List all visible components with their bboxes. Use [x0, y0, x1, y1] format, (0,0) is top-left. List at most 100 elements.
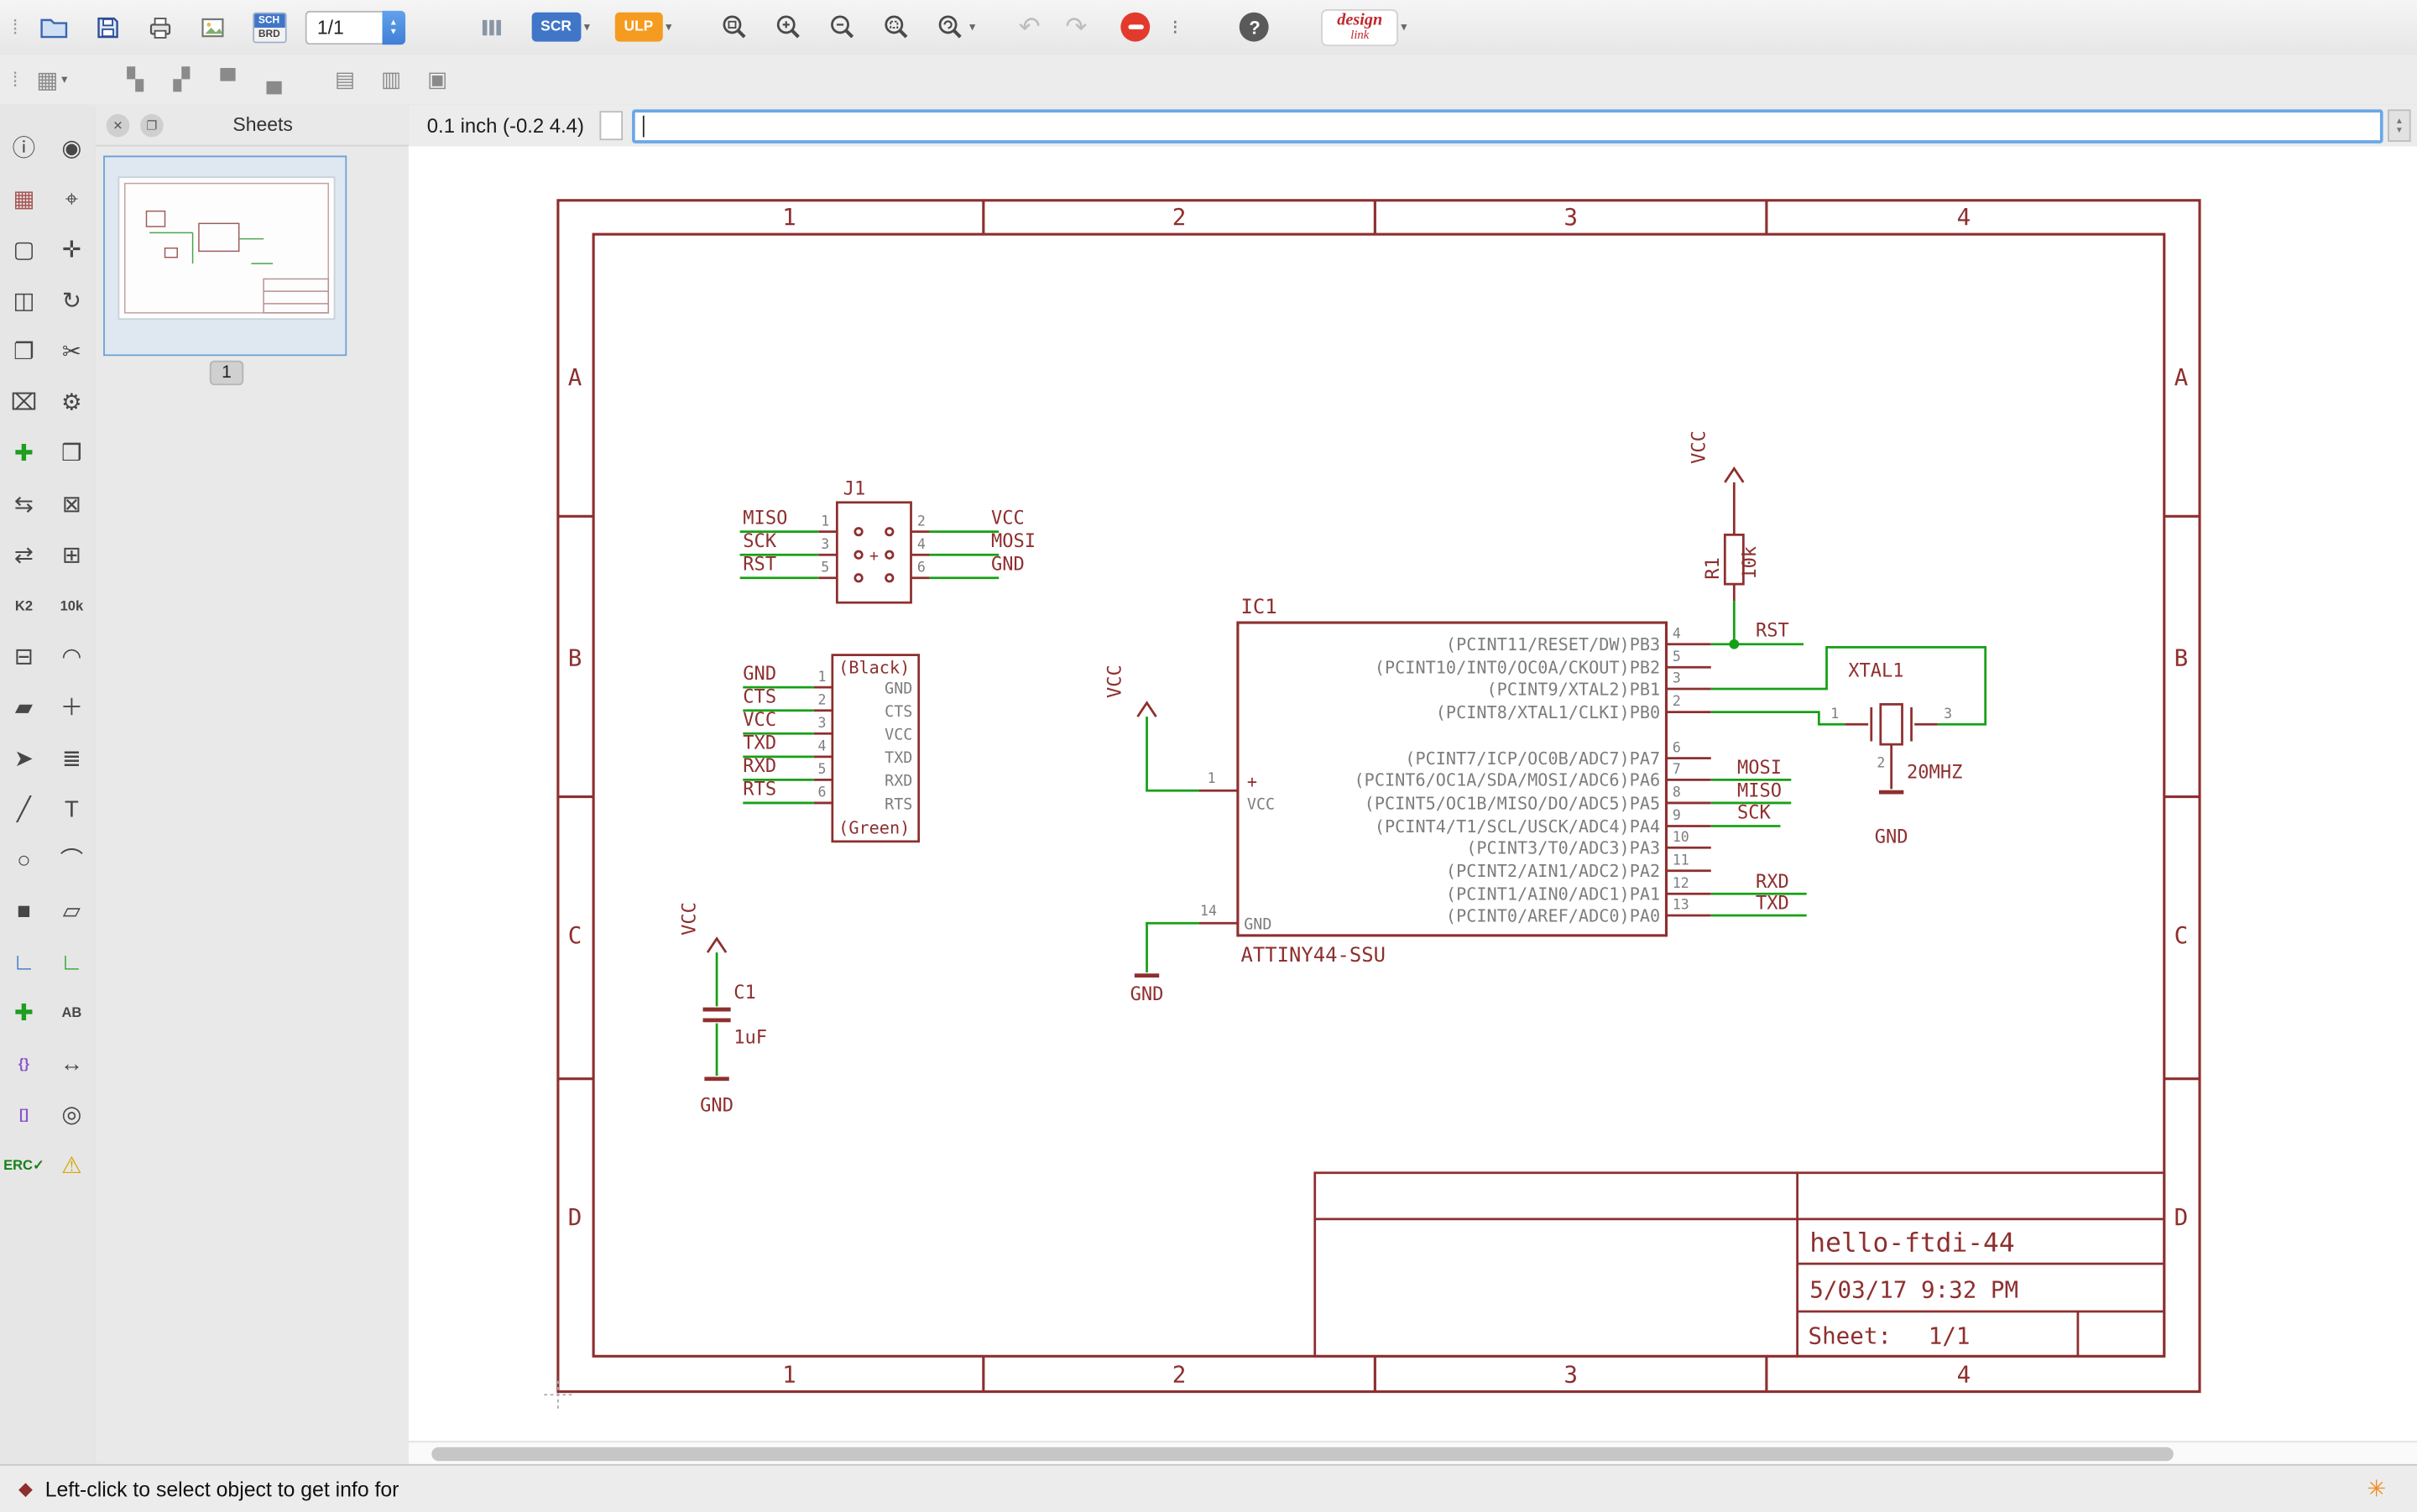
net-label[interactable]: RST — [1756, 621, 1789, 642]
copy-tool-icon[interactable]: ❐ — [3, 331, 45, 373]
component-r1[interactable]: VCC R1 10k — [1689, 430, 1761, 601]
net-label[interactable]: RTS — [743, 779, 776, 800]
display-mode-2-icon[interactable]: ▥ — [373, 61, 410, 98]
replace-tool-icon[interactable]: ❒ — [50, 432, 93, 475]
print-button[interactable] — [144, 12, 175, 43]
sheet-selector-stepper[interactable]: ▲ ▼ — [382, 10, 405, 44]
component-j1[interactable]: J1 + MISO SCK RST 1 3 5 VCC MOSI GND 2 4… — [740, 479, 1036, 603]
zoom-redraw-button[interactable] — [934, 11, 967, 44]
net-label[interactable]: RXD — [743, 756, 776, 777]
grid-menu-dropdown-icon[interactable]: ▾ — [61, 72, 67, 86]
label-tool-icon[interactable]: AB — [50, 992, 93, 1035]
switch-to-board-button[interactable]: SCH BRD — [253, 12, 287, 43]
status-notification-icon[interactable]: ✳ — [2367, 1475, 2386, 1503]
attribute-global-tool-icon[interactable]: [] — [3, 1093, 45, 1136]
arc-tool-icon[interactable]: ⌒ — [50, 839, 93, 882]
j1-refdes[interactable]: J1 — [843, 479, 866, 500]
export-image-button[interactable] — [196, 12, 227, 43]
toolbar-overflow-button[interactable]: ⁝ — [1172, 14, 1179, 39]
command-history-stepper[interactable]: ▲ ▼ — [2388, 109, 2411, 142]
group-select-tool-icon[interactable]: ▢ — [3, 229, 45, 272]
display-pair-3-icon[interactable]: ▀ — [209, 61, 246, 98]
polygon-fill-tool-icon[interactable]: ▰ — [3, 686, 45, 729]
horizontal-scrollbar-thumb[interactable] — [431, 1447, 2174, 1462]
change-tool-icon[interactable]: ⚙ — [50, 382, 93, 425]
miter-tool-icon[interactable]: ◠ — [50, 636, 93, 679]
dimension-tool-icon[interactable]: ↔ — [50, 1043, 93, 1086]
net-label[interactable]: RXD — [1756, 872, 1789, 893]
zoom-in-button[interactable] — [772, 11, 805, 44]
cut-tool-icon[interactable]: ✂ — [50, 331, 93, 373]
xtal1-value[interactable]: 20MHZ — [1907, 763, 1962, 784]
gateswap-tool-icon[interactable]: ⇆ — [3, 483, 45, 526]
lock-tool-icon[interactable]: ⊠ — [50, 483, 93, 526]
dot-tool-icon[interactable]: ＋ — [50, 686, 93, 729]
net-label[interactable]: MISO — [743, 508, 787, 529]
power-vcc-ic[interactable]: VCC — [1104, 665, 1156, 717]
smash-tool-icon[interactable]: ⊟ — [3, 636, 45, 679]
circle-tool-icon[interactable]: ○ — [3, 839, 45, 882]
info-tool-icon[interactable]: ⓘ — [3, 128, 45, 170]
schematic-drawing[interactable]: 1 2 3 4 1 2 3 4 A B C D A B C D hello-ft… — [409, 146, 2417, 1441]
ic1-value[interactable]: ATTINY44-SSU — [1241, 943, 1386, 967]
component-c1[interactable]: VCC C1 1uF GND — [679, 902, 767, 1116]
show-tool-icon[interactable]: ◉ — [50, 128, 93, 170]
pattern-tool-icon[interactable]: ≣ — [50, 738, 93, 780]
history-up-icon[interactable]: ▲ — [2395, 117, 2404, 126]
grid-menu-button[interactable]: ▦ — [36, 65, 58, 93]
history-down-icon[interactable]: ▼ — [2395, 126, 2404, 135]
net-label[interactable]: SCK — [1737, 802, 1772, 823]
modules-button[interactable] — [476, 12, 507, 43]
zoom-select-button[interactable] — [880, 11, 912, 44]
r1-refdes[interactable]: R1 — [1703, 557, 1724, 580]
help-button[interactable]: ? — [1240, 13, 1270, 42]
net-label[interactable]: VCC — [991, 508, 1025, 529]
net-label[interactable]: GND — [743, 664, 776, 685]
hole-tool-icon[interactable]: ◎ — [50, 1093, 93, 1136]
mark-tool-icon[interactable]: ⌖ — [50, 178, 93, 221]
net-label[interactable]: TXD — [743, 733, 776, 754]
power-gnd-ic[interactable]: GND — [1130, 976, 1164, 1005]
sheet-thumbnail[interactable] — [103, 156, 347, 364]
open-button[interactable] — [36, 12, 70, 43]
pinswap-tool-icon[interactable]: ⇄ — [3, 534, 45, 576]
sheets-close-icon[interactable]: ✕ — [107, 113, 130, 137]
mirror-tool-icon[interactable]: ◫ — [3, 279, 45, 322]
c1-refdes[interactable]: C1 — [733, 983, 756, 1004]
stepper-down-icon[interactable]: ▼ — [389, 27, 398, 36]
add-part-tool-icon[interactable]: ✚ — [3, 432, 45, 475]
name-tool-icon[interactable]: K2 — [3, 585, 45, 628]
move-tool-icon[interactable]: ✛ — [50, 229, 93, 272]
net-label[interactable]: VCC — [743, 710, 776, 731]
title-block[interactable]: hello-ftdi-44 5/03/17 9:32 PM Sheet: 1/1 — [1315, 1173, 2164, 1357]
text-tool-icon[interactable]: T — [50, 788, 93, 831]
design-link-dropdown-icon[interactable]: ▾ — [1401, 20, 1407, 34]
toolbar-drag-handle[interactable]: ⁞ — [13, 15, 15, 39]
stop-button[interactable] — [1121, 13, 1151, 42]
net-label[interactable]: CTS — [743, 687, 776, 708]
net-tool-icon[interactable]: ∟ — [50, 941, 93, 983]
junction-tool-icon[interactable]: ✚ — [3, 992, 45, 1035]
wire-tool-icon[interactable]: ╱ — [3, 788, 45, 831]
net-label[interactable]: SCK — [743, 531, 777, 552]
save-button[interactable] — [92, 12, 123, 43]
undo-button[interactable]: ↶ — [1019, 12, 1041, 43]
net-label[interactable]: RST — [743, 555, 776, 576]
r1-value[interactable]: 10k — [1740, 546, 1761, 580]
ray-tool-icon[interactable]: ➤ — [3, 738, 45, 780]
command-mini-box[interactable] — [599, 111, 623, 140]
component-xtal1[interactable]: XTAL1 20MHZ 1 3 2 GND — [1830, 660, 1962, 847]
net-label[interactable]: MISO — [1737, 781, 1782, 802]
erc-tool-icon[interactable]: ERC✓ — [3, 1144, 45, 1187]
sheets-float-icon[interactable]: ❐ — [140, 113, 164, 137]
attribute-tool-icon[interactable]: {} — [3, 1043, 45, 1086]
display-mode-3-icon[interactable]: ▣ — [419, 61, 456, 98]
bus-tool-icon[interactable]: ∟ — [3, 941, 45, 983]
zoom-fit-button[interactable] — [718, 11, 751, 44]
command-input[interactable] — [632, 108, 2383, 142]
value-tool-icon[interactable]: 10k — [50, 585, 93, 628]
ulp-button[interactable]: ULP — [614, 13, 662, 42]
editor-canvas[interactable]: 1 2 3 4 1 2 3 4 A B C D A B C D hello-ft… — [409, 146, 2417, 1441]
component-ftdi-header[interactable]: (Black) (Green) GND CTS VCC TXD RXD RTS … — [743, 655, 918, 842]
c1-value[interactable]: 1uF — [733, 1027, 767, 1048]
